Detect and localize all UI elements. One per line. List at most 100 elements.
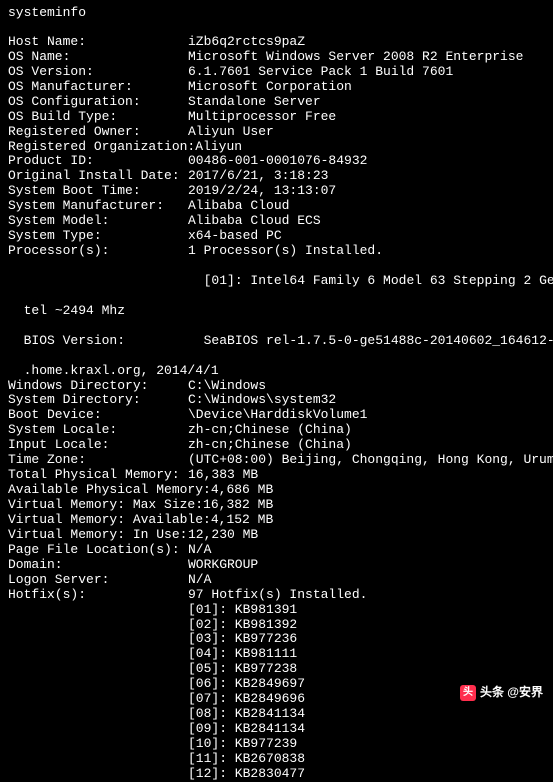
hotfix-entry: [04]: KB981111 <box>8 647 545 662</box>
info-value: 2019/2/24, 13:13:07 <box>188 183 336 198</box>
info-value: Aliyun User <box>188 124 274 139</box>
hotfix-entry: [03]: KB977236 <box>8 632 545 647</box>
info-row: OS Name:Microsoft Windows Server 2008 R2… <box>8 50 545 65</box>
info-row: System Directory:C:\Windows\system32 <box>8 393 545 408</box>
info-label: Time Zone: <box>8 453 188 468</box>
info-value: C:\Windows <box>188 378 266 393</box>
info-row: Virtual Memory: Max Size:16,382 MB <box>8 498 545 513</box>
hotfix-entry: [10]: KB977239 <box>8 737 545 752</box>
info-value: N/A <box>188 572 211 587</box>
info-label: System Locale: <box>8 423 188 438</box>
info-label: Virtual Memory: In Use: <box>8 528 188 543</box>
info-label: Input Locale: <box>8 438 188 453</box>
info-row: OS Manufacturer:Microsoft Corporation <box>8 80 545 95</box>
info-label: Host Name: <box>8 35 188 50</box>
info-label: OS Manufacturer: <box>8 80 188 95</box>
info-value: zh-cn;Chinese (China) <box>188 422 352 437</box>
info-row: System Model:Alibaba Cloud ECS <box>8 214 545 229</box>
info-row: Domain:WORKGROUP <box>8 558 545 573</box>
info-label: Domain: <box>8 558 188 573</box>
info-row: Original Install Date:2017/6/21, 3:18:23 <box>8 169 545 184</box>
info-value: N/A <box>188 542 211 557</box>
info-value: 00486-001-0001076-84932 <box>188 153 367 168</box>
info-value: Microsoft Corporation <box>188 79 352 94</box>
info-label: System Directory: <box>8 393 188 408</box>
info-value: 6.1.7601 Service Pack 1 Build 7601 <box>188 64 453 79</box>
info-value: Alibaba Cloud ECS <box>188 213 321 228</box>
info-value: Aliyun <box>195 139 242 154</box>
bios-value: SeaBIOS rel-1.7.5-0-ge51488c-20140602_16… <box>204 333 553 348</box>
bios-label: BIOS Version: <box>24 334 204 349</box>
info-label: System Type: <box>8 229 188 244</box>
info-label: OS Configuration: <box>8 95 188 110</box>
info-label: Original Install Date: <box>8 169 188 184</box>
tel-line: tel ~2494 Mhz <box>8 289 545 319</box>
hotfix-entry: [09]: KB2841134 <box>8 722 545 737</box>
info-row: Registered Organization:Aliyun <box>8 140 545 155</box>
info-label: OS Build Type: <box>8 110 188 125</box>
bios-cont: .home.kraxl.org, 2014/4/1 <box>8 349 545 379</box>
info-label: Windows Directory: <box>8 379 188 394</box>
info-row: Page File Location(s):N/A <box>8 543 545 558</box>
info-label: Hotfix(s): <box>8 588 188 603</box>
bios-row: BIOS Version:SeaBIOS rel-1.7.5-0-ge51488… <box>8 319 545 349</box>
info-value: Standalone Server <box>188 94 321 109</box>
info-row: Total Physical Memory:16,383 MB <box>8 468 545 483</box>
info-row: Windows Directory:C:\Windows <box>8 379 545 394</box>
watermark-text: 头条 @安界 <box>480 686 543 700</box>
command-text: systeminfo <box>8 5 86 20</box>
info-label: Boot Device: <box>8 408 188 423</box>
info-label: Logon Server: <box>8 573 188 588</box>
info-row: Registered Owner:Aliyun User <box>8 125 545 140</box>
info-row: Product ID:00486-001-0001076-84932 <box>8 154 545 169</box>
hotfix-entry: [12]: KB2830477 <box>8 767 545 782</box>
info-row: System Type:x64-based PC <box>8 229 545 244</box>
hotfix-entry: [05]: KB977238 <box>8 662 545 677</box>
info-value: 97 Hotfix(s) Installed. <box>188 587 367 602</box>
info-label: Page File Location(s): <box>8 543 188 558</box>
info-label: Virtual Memory: Max Size: <box>8 498 203 513</box>
info-value: zh-cn;Chinese (China) <box>188 437 352 452</box>
info-row: OS Build Type:Multiprocessor Free <box>8 110 545 125</box>
hotfix-entry: [08]: KB2841134 <box>8 707 545 722</box>
info-value: 4,686 MB <box>211 482 273 497</box>
info-label: Product ID: <box>8 154 188 169</box>
command-line: systeminfo <box>8 6 545 21</box>
info-label: OS Version: <box>8 65 188 80</box>
info-row: Logon Server:N/A <box>8 573 545 588</box>
info-label: System Boot Time: <box>8 184 188 199</box>
info-value: 16,382 MB <box>203 497 273 512</box>
info-row: System Locale:zh-cn;Chinese (China) <box>8 423 545 438</box>
watermark: 头 头条 @安界 <box>460 685 543 701</box>
info-value: 2017/6/21, 3:18:23 <box>188 168 328 183</box>
info-label: Processor(s): <box>8 244 188 259</box>
info-row: Virtual Memory: In Use:12,230 MB <box>8 528 545 543</box>
info-label: Total Physical Memory: <box>8 468 188 483</box>
info-row: Input Locale:zh-cn;Chinese (China) <box>8 438 545 453</box>
info-row: System Boot Time:2019/2/24, 13:13:07 <box>8 184 545 199</box>
info-value: C:\Windows\system32 <box>188 392 336 407</box>
info-value: 4,152 MB <box>211 512 273 527</box>
info-label: Available Physical Memory: <box>8 483 211 498</box>
info-row: Host Name:iZb6q2rctcs9paZ <box>8 35 545 50</box>
hotfix-entry: [02]: KB981392 <box>8 618 545 633</box>
info-value: 16,383 MB <box>188 467 258 482</box>
systeminfo-output: Host Name:iZb6q2rctcs9paZOS Name:Microso… <box>8 35 545 259</box>
info-value: 1 Processor(s) Installed. <box>188 243 383 258</box>
info-row: System Manufacturer:Alibaba Cloud <box>8 199 545 214</box>
info-value: (UTC+08:00) Beijing, Chongqing, Hong Kon… <box>188 452 553 467</box>
info-label: System Manufacturer: <box>8 199 188 214</box>
info-label: Registered Owner: <box>8 125 188 140</box>
info-value: Microsoft Windows Server 2008 R2 Enterpr… <box>188 49 523 64</box>
systeminfo-output-2: Windows Directory:C:\WindowsSystem Direc… <box>8 379 545 603</box>
info-row: Boot Device:\Device\HarddiskVolume1 <box>8 408 545 423</box>
info-value: \Device\HarddiskVolume1 <box>188 407 367 422</box>
info-label: Registered Organization: <box>8 140 195 155</box>
info-value: Multiprocessor Free <box>188 109 336 124</box>
info-value: iZb6q2rctcs9paZ <box>188 34 305 49</box>
info-label: OS Name: <box>8 50 188 65</box>
info-row: Processor(s):1 Processor(s) Installed. <box>8 244 545 259</box>
hotfix-entry: [11]: KB2670838 <box>8 752 545 767</box>
info-value: x64-based PC <box>188 228 282 243</box>
info-value: 12,230 MB <box>188 527 258 542</box>
